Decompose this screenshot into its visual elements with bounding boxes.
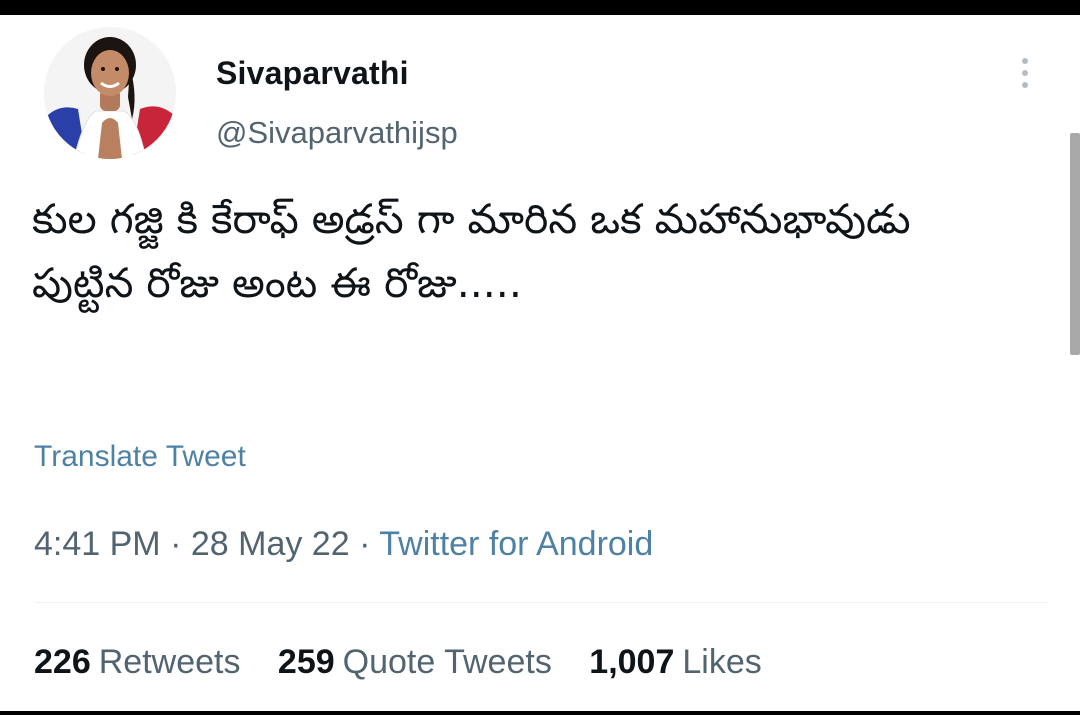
engagement-stats: 226 Retweets 259 Quote Tweets 1,007 Likes: [34, 643, 790, 682]
tweet-metadata: 4:41 PM · 28 May 22 · Twitter for Androi…: [34, 525, 653, 564]
translate-tweet-link[interactable]: Translate Tweet: [34, 440, 246, 474]
retweets-label: Retweets: [98, 643, 241, 681]
divider: [34, 602, 1049, 603]
likes-stat[interactable]: 1,007 Likes: [589, 643, 761, 681]
more-vertical-icon[interactable]: [1010, 53, 1040, 93]
quote-tweets-label: Quote Tweets: [342, 643, 552, 681]
avatar[interactable]: [44, 27, 176, 159]
user-handle[interactable]: @Sivaparvathijsp: [216, 115, 458, 151]
tweet-card: Sivaparvathi @Sivaparvathijsp కుల గజ్జి …: [0, 15, 1080, 711]
meta-separator: ·: [359, 525, 371, 563]
meta-separator: ·: [170, 525, 182, 563]
scrollbar-thumb[interactable]: [1070, 133, 1080, 355]
likes-count: 1,007: [589, 643, 675, 681]
tweet-text: కుల గజ్జి కి కేరాఫ్ అడ్రస్ గా మారిన ఒక మ…: [32, 195, 911, 307]
quote-tweets-stat[interactable]: 259 Quote Tweets: [278, 643, 552, 681]
tweet-source-link[interactable]: Twitter for Android: [379, 525, 653, 563]
tweet-time[interactable]: 4:41 PM: [34, 525, 161, 563]
retweets-count: 226: [34, 643, 91, 681]
display-name[interactable]: Sivaparvathi: [216, 55, 409, 92]
likes-label: Likes: [682, 643, 762, 681]
quote-tweets-count: 259: [277, 643, 335, 681]
tweet-date[interactable]: 28 May 22: [191, 525, 350, 563]
retweets-stat[interactable]: 226 Retweets: [34, 643, 240, 681]
profile-photo-icon: [44, 27, 176, 159]
